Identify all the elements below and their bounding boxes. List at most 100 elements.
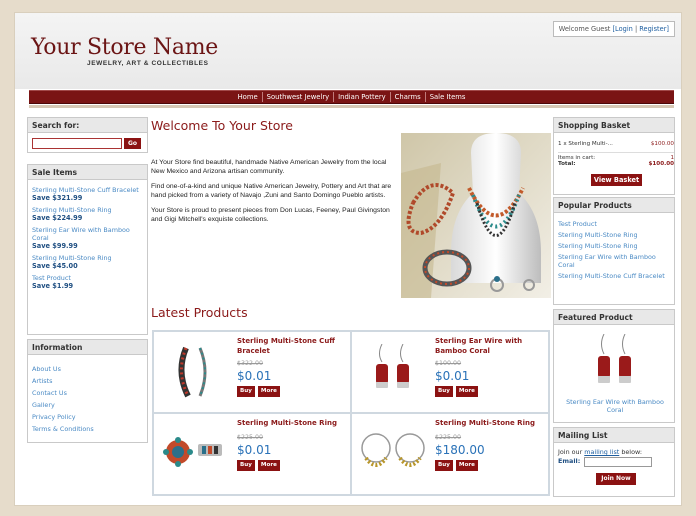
popular-list: Test Product Sterling Multi-Stone Ring S… xyxy=(554,213,674,280)
buy-button[interactable]: Buy xyxy=(435,460,453,471)
main-nav: Home Southwest Jewelry Indian Pottery Ch… xyxy=(29,90,674,104)
info-link-about[interactable]: About Us xyxy=(32,363,143,375)
more-button[interactable]: More xyxy=(455,386,478,397)
basket-items-count: 1 xyxy=(670,155,674,161)
register-link[interactable]: Register] xyxy=(639,25,669,33)
sale-item-link[interactable]: Sterling Ear Wire with Bamboo Coral xyxy=(32,226,143,242)
nav-indian-pottery[interactable]: Indian Pottery xyxy=(333,92,390,102)
product-buttons: Buy More xyxy=(435,460,478,471)
product-name[interactable]: Sterling Multi-Stone Ring xyxy=(237,418,349,428)
product-name[interactable]: Sterling Multi-Stone Ring xyxy=(435,418,547,428)
popular-link[interactable]: Sterling Ear Wire with Bamboo Coral xyxy=(558,253,670,269)
nav-southwest-jewelry[interactable]: Southwest Jewelry xyxy=(261,92,334,102)
product-old-price: $322.00 xyxy=(237,360,264,367)
sale-item-link[interactable]: Sterling Multi-Stone Ring xyxy=(32,206,143,214)
product-price: $180.00 xyxy=(435,443,485,457)
product-name[interactable]: Sterling Multi-Stone Cuff Bracelet xyxy=(237,336,349,356)
ear-wire-image[interactable] xyxy=(367,344,417,402)
nav-sale-items[interactable]: Sale Items xyxy=(424,92,470,102)
intro-paragraph: Find one-of-a-kind and unique Native Ame… xyxy=(151,183,392,199)
product-price: $0.01 xyxy=(435,369,470,383)
popular-link[interactable]: Sterling Multi-Stone Ring xyxy=(558,230,670,241)
sale-item-save: Save $45.00 xyxy=(32,262,78,270)
buy-button[interactable]: Buy xyxy=(435,386,453,397)
search-go-button[interactable]: Go xyxy=(124,138,141,149)
join-now-button[interactable]: Join Now xyxy=(596,473,636,485)
popular-link[interactable]: Sterling Multi-Stone Cuff Bracelet xyxy=(558,272,670,280)
basket-total-value: $100.00 xyxy=(648,161,674,167)
login-link[interactable]: [Login xyxy=(612,25,632,33)
welcome-box: Welcome Guest [Login | Register] xyxy=(552,21,675,37)
buy-button[interactable]: Buy xyxy=(237,386,255,397)
product-buttons: Buy More xyxy=(237,460,280,471)
mailing-title: Mailing List xyxy=(554,428,674,443)
featured-caption[interactable]: Sterling Ear Wire with Bamboo Coral xyxy=(558,398,672,414)
product-price: $0.01 xyxy=(237,443,272,457)
product-old-price: $225.00 xyxy=(237,434,264,441)
more-button[interactable]: More xyxy=(455,460,478,471)
product-old-price: $225.00 xyxy=(435,434,462,441)
popular-products-box: Popular Products Test Product Sterling M… xyxy=(553,197,675,305)
information-title: Information xyxy=(28,340,147,355)
product-old-price: $100.00 xyxy=(435,360,462,367)
welcome-text: Welcome Guest xyxy=(558,25,611,33)
sale-items-title: Sale Items xyxy=(28,165,147,180)
multi-stone-ring-image[interactable] xyxy=(162,432,228,472)
popular-link[interactable]: Test Product xyxy=(558,219,670,230)
basket-line-item: 1 x Sterling Multi-... $100.00 xyxy=(558,141,674,147)
featured-title: Featured Product xyxy=(554,310,674,325)
basket-total-label: Total: xyxy=(558,161,576,167)
view-basket-button[interactable]: View Basket xyxy=(591,174,642,186)
mailing-list-link[interactable]: mailing list xyxy=(584,448,619,456)
search-title: Search for: xyxy=(28,118,147,133)
intro-text: At Your Store find beautiful, handmade N… xyxy=(151,159,401,231)
featured-earring-image[interactable] xyxy=(592,334,638,396)
product-name[interactable]: Sterling Ear Wire with Bamboo Coral xyxy=(435,336,547,356)
basket-title: Shopping Basket xyxy=(554,118,674,133)
basket-item-name[interactable]: 1 x Sterling Multi-... xyxy=(558,141,613,147)
product-card: Sterling Multi-Stone Ring $225.00 $0.01 … xyxy=(153,413,351,495)
intro-paragraph: Your Store is proud to present pieces fr… xyxy=(151,207,390,223)
info-link-terms[interactable]: Terms & Conditions xyxy=(32,423,143,435)
information-box: Information About Us Artists Contact Us … xyxy=(27,339,148,443)
mailing-text: Join our mailing list below: xyxy=(558,448,642,456)
sale-item-link[interactable]: Sterling Multi-Stone Cuff Bracelet xyxy=(32,186,143,194)
product-price: $0.01 xyxy=(237,369,272,383)
nav-home[interactable]: Home xyxy=(234,92,262,102)
email-field[interactable] xyxy=(584,457,652,467)
search-input[interactable] xyxy=(32,138,122,149)
store-name[interactable]: Your Store Name xyxy=(31,35,218,60)
info-link-privacy[interactable]: Privacy Policy xyxy=(32,411,143,423)
cuff-bracelet-image[interactable] xyxy=(174,342,214,402)
products-grid: Sterling Multi-Stone Cuff Bracelet $322.… xyxy=(152,330,550,496)
nav-divider xyxy=(29,105,674,108)
sale-item-link[interactable]: Test Product xyxy=(32,274,143,282)
more-button[interactable]: More xyxy=(257,460,280,471)
info-link-artists[interactable]: Artists xyxy=(32,375,143,387)
more-button[interactable]: More xyxy=(257,386,280,397)
basket-box: Shopping Basket 1 x Sterling Multi-... $… xyxy=(553,117,675,195)
sale-items-box: Sale Items Sterling Multi-Stone Cuff Bra… xyxy=(27,164,148,335)
hoop-earrings-image[interactable] xyxy=(358,428,428,478)
product-buttons: Buy More xyxy=(435,386,478,397)
info-link-contact[interactable]: Contact Us xyxy=(32,387,143,399)
buy-button[interactable]: Buy xyxy=(237,460,255,471)
basket-items-row: Items in cart: 1 xyxy=(558,152,674,161)
search-box: Search for: Go xyxy=(27,117,148,153)
mailing-list-box: Mailing List Join our mailing list below… xyxy=(553,427,675,497)
popular-link[interactable]: Sterling Multi-Stone Ring xyxy=(558,241,670,252)
info-link-gallery[interactable]: Gallery xyxy=(32,399,143,411)
popular-title: Popular Products xyxy=(554,198,674,213)
store-tagline: JEWELRY, ART & COLLECTIBLES xyxy=(87,60,209,67)
nav-charms[interactable]: Charms xyxy=(389,92,425,102)
featured-product-box: Featured Product Sterling Ear Wire with … xyxy=(553,309,675,423)
sale-item-link[interactable]: Sterling Multi-Stone Ring xyxy=(32,254,143,262)
basket-total-row: Total: $100.00 xyxy=(558,161,674,167)
hero-jewelry-image xyxy=(401,133,551,298)
mailing-text-pre: Join our xyxy=(558,448,585,456)
welcome-heading: Welcome To Your Store xyxy=(151,118,293,133)
page: Your Store Name JEWELRY, ART & COLLECTIB… xyxy=(14,12,682,506)
email-label: Email: xyxy=(558,457,581,465)
sale-item-save: Save $99.99 xyxy=(32,242,78,250)
mailing-text-post: below: xyxy=(619,448,643,456)
